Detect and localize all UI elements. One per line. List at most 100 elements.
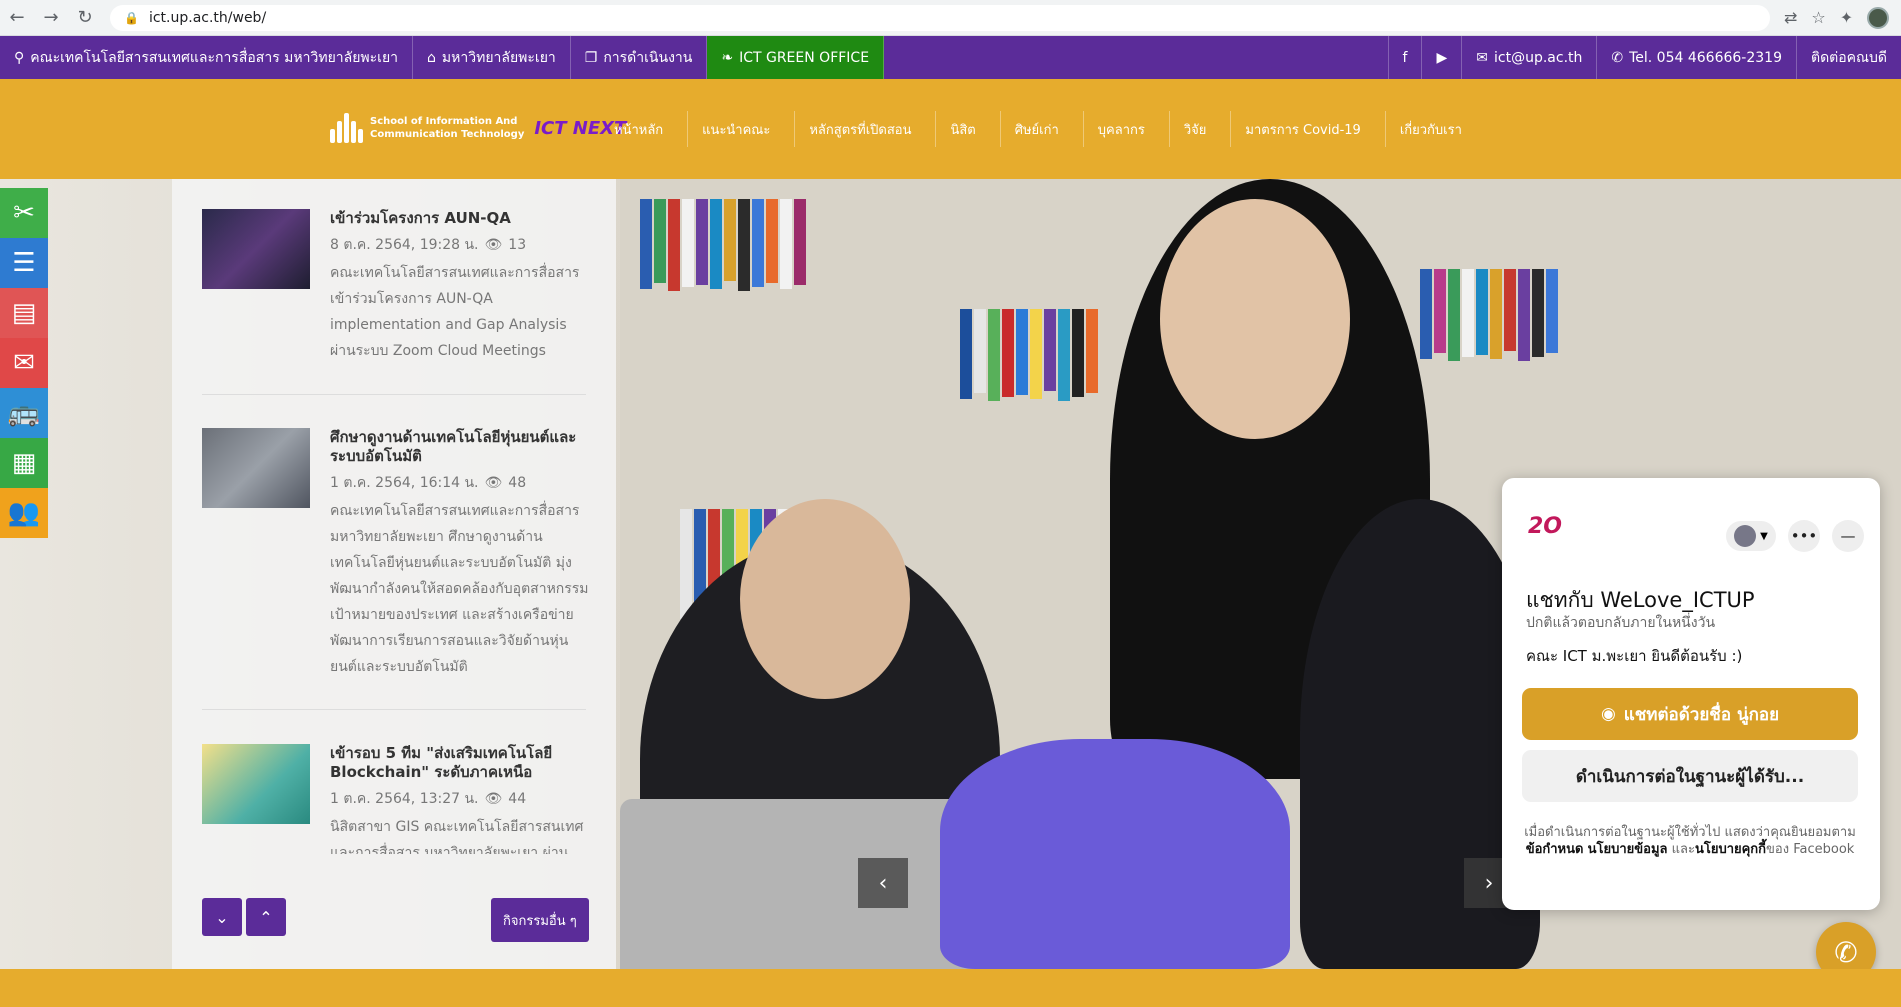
back-icon[interactable]: ← (0, 1, 34, 35)
facebook-icon: f (1402, 49, 1408, 66)
avatar (1734, 525, 1757, 547)
messenger-chat-card: 2O ▼ ••• — แชทกับ WeLove_ICTUP ปกติแล้วต… (1502, 478, 1880, 910)
site-logo[interactable]: School of Information And Communication … (330, 113, 626, 143)
continue-chat-button[interactable]: ◉ แชทต่อด้วยชื่อ นู่กอย (1522, 688, 1858, 740)
chevron-left-icon: ‹ (878, 870, 888, 896)
menu-about-faculty[interactable]: แนะนำคณะ (688, 111, 796, 147)
bookshelf-row (640, 199, 806, 291)
mail-icon: ✉ (1476, 49, 1488, 66)
footer-strip (0, 969, 1901, 1007)
more-options-button[interactable]: ••• (1788, 520, 1820, 552)
news-scroll-down-button[interactable]: ⌄ (202, 898, 242, 936)
browser-toolbar: ← → ↻ 🔒 ict.up.ac.th/web/ ⇄ ☆ ✦ (0, 0, 1901, 36)
extensions-icon[interactable]: ✦ (1840, 8, 1853, 27)
email-link[interactable]: ✉ ict@up.ac.th (1461, 36, 1596, 79)
news-scroll-up-button[interactable]: ⌃ (246, 898, 286, 936)
menu-programs[interactable]: หลักสูตรที่เปิดสอน (795, 111, 937, 147)
account-switcher[interactable]: ▼ (1726, 521, 1776, 551)
tel-link[interactable]: ✆ Tel. 054 466666-2319 (1596, 36, 1796, 79)
news-title[interactable]: ศึกษาดูงานด้านเทคโนโลยีหุ่นยนต์และระบบอั… (330, 428, 590, 466)
menu-about-us[interactable]: เกี่ยวกับเรา (1386, 111, 1486, 147)
translate-icon[interactable]: ⇄ (1784, 8, 1797, 27)
star-icon[interactable]: ☆ (1811, 8, 1825, 27)
lock-icon: 🔒 (124, 10, 139, 25)
caret-down-icon: ▼ (1760, 530, 1768, 542)
menu-research[interactable]: วิจัย (1170, 111, 1232, 147)
more-activities-button[interactable]: กิจกรรมอื่น ๆ (491, 898, 589, 942)
news-thumbnail[interactable] (202, 209, 310, 289)
side-shortcut-calendar[interactable]: ▦ (0, 438, 48, 488)
bookshelf-row (1420, 269, 1558, 361)
top-info-bar: ⚲ คณะเทคโนโลยีสารสนเทศและการสื่อสาร มหาวิ… (0, 36, 1901, 79)
map-marker-icon: ⚲ (14, 49, 25, 66)
bookshelf-row (960, 309, 1098, 401)
news-thumbnail[interactable] (202, 428, 310, 508)
cookie-policy-link[interactable]: นโยบายคุกกี้ (1695, 842, 1766, 857)
chevron-right-icon: › (1484, 870, 1494, 896)
reload-icon[interactable]: ↻ (68, 1, 102, 35)
eye-icon: 👁 (484, 791, 503, 807)
side-shortcut-document[interactable]: ▤ (0, 288, 48, 338)
main-header: School of Information And Communication … (0, 79, 1901, 179)
news-item[interactable]: เข้าร่วมโครงการ AUN-QA 8 ต.ค. 2564, 19:2… (202, 209, 592, 379)
student-woman-face (1160, 199, 1350, 439)
ellipsis-icon: ••• (1790, 527, 1818, 545)
menu-home[interactable]: หน้าหลัก (600, 111, 689, 147)
side-shortcut-scissors[interactable]: ✂ (0, 188, 48, 238)
news-title[interactable]: เข้าร่วมโครงการ AUN-QA (330, 209, 590, 228)
home-icon: ⌂ (427, 49, 436, 66)
student-man-face (740, 499, 910, 699)
calendar-icon: ▦ (11, 448, 37, 478)
side-shortcut-bus[interactable]: 🚌 (0, 388, 48, 438)
bus-icon: 🚌 (7, 398, 41, 428)
university-link[interactable]: ⌂ มหาวิทยาลัยพะเยา (413, 36, 571, 79)
menu-staff[interactable]: บุคลากร (1084, 111, 1170, 147)
facebook-link[interactable]: f (1387, 36, 1422, 79)
contact-dean-link[interactable]: ติดต่อคณบดี (1795, 36, 1901, 79)
minimize-button[interactable]: — (1832, 520, 1864, 552)
chat-subtitle: ปกติแล้วตอบกลับภายในหนึ่งวัน (1526, 615, 1716, 631)
menu-alumni[interactable]: ศิษย์เก่า (1001, 111, 1084, 147)
document-icon: ▤ (11, 298, 37, 328)
side-shortcut-users[interactable]: 👥 (0, 488, 48, 538)
menu-students[interactable]: นิสิต (936, 111, 1001, 147)
location-link[interactable]: ⚲ คณะเทคโนโลยีสารสนเทศและการสื่อสาร มหาวิ… (0, 36, 414, 79)
news-meta: 1 ต.ค. 2564, 13:27 น. 👁 44 (330, 791, 527, 807)
slide-prev-button[interactable]: ‹ (858, 858, 908, 908)
green-office-link[interactable]: ❧ ICT GREEN OFFICE (707, 36, 885, 79)
news-panel: เข้าร่วมโครงการ AUN-QA 8 ต.ค. 2564, 19:2… (172, 179, 616, 969)
news-description: คณะเทคโนโลยีสารสนเทศและการสื่อสาร เข้าร่… (330, 265, 580, 359)
address-bar[interactable]: 🔒 ict.up.ac.th/web/ (110, 4, 1770, 31)
logo-text: School of Information And Communication … (370, 116, 525, 140)
leaf-icon: ❧ (721, 49, 734, 66)
profile-avatar[interactable] (1867, 6, 1890, 29)
main-menu: หน้าหลัก แนะนำคณะ หลักสูตรที่เปิดสอน นิส… (600, 111, 1486, 147)
eye-icon: 👁 (484, 475, 503, 491)
operations-link[interactable]: ❐ การดำเนินงาน (571, 36, 708, 79)
news-title[interactable]: เข้ารอบ 5 ทีม "ส่งเสริมเทคโนโลยี Blockch… (330, 744, 590, 782)
news-item[interactable]: เข้ารอบ 5 ทีม "ส่งเสริมเทคโนโลยี Blockch… (202, 744, 592, 854)
messenger-icon: ✆ (1834, 935, 1858, 969)
continue-as-guest-button[interactable]: ดำเนินการต่อในฐานะผู้ได้รับ... (1522, 750, 1858, 802)
terms-link[interactable]: ข้อกำหนด (1526, 842, 1584, 857)
news-meta: 1 ต.ค. 2564, 16:14 น. 👁 48 (330, 475, 527, 491)
scissors-icon: ✂ (13, 198, 35, 228)
news-meta: 8 ต.ค. 2564, 19:28 น. 👁 13 (330, 237, 527, 253)
youtube-icon: ▶ (1436, 49, 1448, 66)
news-item[interactable]: ศึกษาดูงานด้านเทคโนโลยีหุ่นยนต์และระบบอั… (202, 428, 592, 688)
forward-icon[interactable]: → (34, 1, 68, 35)
messenger-icon: ◉ (1600, 704, 1616, 724)
chevron-up-icon: ⌃ (259, 907, 273, 927)
data-policy-link[interactable]: นโยบายข้อมูล (1588, 842, 1668, 857)
menu-covid[interactable]: มาตรการ Covid-19 (1231, 111, 1386, 147)
page-logo-icon: 2O (1528, 514, 1563, 539)
chat-consent-note: เมื่อดำเนินการต่อในฐานะผู้ใช้ทั่วไป แสดง… (1524, 825, 1856, 857)
news-thumbnail[interactable] (202, 744, 310, 824)
list-icon: ☰ (12, 248, 36, 278)
youtube-link[interactable]: ▶ (1421, 36, 1461, 79)
users-icon: 👥 (7, 498, 41, 528)
side-shortcut-list[interactable]: ☰ (0, 238, 48, 288)
minus-icon: — (1840, 527, 1856, 545)
news-divider (202, 394, 586, 395)
side-shortcut-mail[interactable]: ✉ (0, 338, 48, 388)
